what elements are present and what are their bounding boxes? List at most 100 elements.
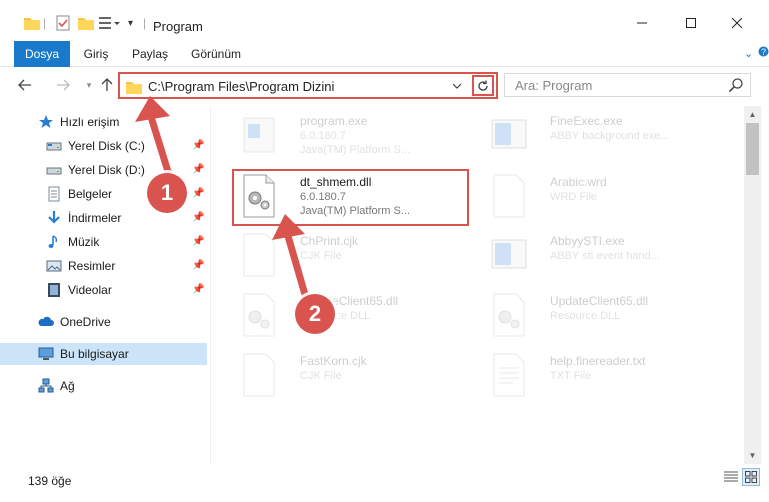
sidebar-item-label: Yerel Disk (C:) — [68, 139, 145, 153]
new-folder-icon[interactable] — [78, 14, 94, 32]
vertical-scrollbar[interactable]: ▲ ▼ — [744, 106, 761, 464]
sidebar-item-label: Bu bilgisayar — [60, 347, 129, 361]
chevron-down-icon — [452, 83, 462, 89]
forward-button[interactable] — [52, 74, 74, 96]
file-name: FastKorn.cjk — [300, 354, 367, 368]
address-bar[interactable]: C:\Program Files\Program Dizini — [118, 72, 498, 99]
address-dropdown-button[interactable] — [448, 76, 466, 95]
search-placeholder: Ara: Program — [515, 78, 593, 93]
window-title: Program — [153, 19, 203, 34]
sidebar-item-label: Müzik — [68, 235, 100, 249]
file-item[interactable]: ChPrint.cjk CJK File — [230, 228, 470, 284]
exe-file-icon — [243, 117, 275, 153]
pin-icon[interactable]: 📌 — [192, 164, 204, 176]
sidebar-item-music[interactable]: Müzik 📌 — [0, 231, 207, 253]
close-icon — [732, 18, 742, 28]
generic-file-icon — [493, 174, 525, 218]
sidebar-item-this-pc[interactable]: Bu bilgisayar — [0, 343, 207, 365]
help-icon[interactable]: ? — [758, 45, 769, 59]
file-name: FineExec.exe — [550, 114, 623, 128]
chevron-down-icon: ▾ — [86, 79, 92, 90]
scroll-down-icon[interactable]: ▼ — [744, 447, 761, 464]
tab-home[interactable]: Giriş — [76, 41, 116, 67]
status-bar: 139 öğe — [0, 466, 769, 502]
arrow-up-icon — [101, 78, 113, 91]
file-name: AbbyySTI.exe — [550, 234, 625, 248]
file-type: TXT File — [550, 370, 592, 382]
arrow-left-icon — [18, 79, 31, 91]
folder-icon — [126, 81, 142, 94]
file-type: Resource DLL — [550, 310, 621, 322]
pin-icon[interactable]: 📌 — [192, 140, 204, 152]
file-item[interactable]: Arabic.wrd WRD File — [480, 169, 720, 225]
details-view-button[interactable] — [722, 468, 740, 486]
large-icons-view-button[interactable] — [742, 468, 760, 486]
refresh-icon — [478, 80, 488, 91]
sidebar-item-videos[interactable]: Videolar 📌 — [0, 279, 207, 301]
close-button[interactable] — [714, 8, 760, 38]
search-icon — [728, 78, 743, 93]
sidebar-item-label: Hızlı erişim — [60, 115, 120, 129]
tab-file[interactable]: Dosya — [14, 41, 70, 67]
pane-divider[interactable] — [210, 106, 211, 464]
callout-badge-1: 1 — [147, 173, 187, 213]
separator: | — [43, 16, 47, 30]
file-name: UpdateClient65.dll — [550, 294, 649, 308]
file-type: CJK File — [300, 370, 342, 382]
pin-icon[interactable]: 📌 — [192, 188, 204, 200]
pictures-icon — [46, 260, 62, 272]
maximize-icon — [686, 18, 696, 28]
file-list: program.exe 6.0.180.7 Java(TM) Platform … — [214, 106, 742, 464]
file-item[interactable]: help.finereader.txt TXT File — [480, 348, 720, 404]
sidebar-item-onedrive[interactable]: OneDrive — [0, 311, 207, 333]
title-bar: | ▾ | Program — [0, 0, 769, 41]
sidebar-item-local-disk-c[interactable]: Yerel Disk (C:) 📌 — [0, 135, 207, 157]
large-icons-view-icon — [745, 471, 757, 483]
documents-icon — [48, 186, 60, 202]
file-type: ABBY background exe... — [550, 130, 670, 142]
arrow-right-icon — [57, 79, 70, 91]
exe-file-icon — [491, 239, 527, 269]
dll-file-icon — [493, 293, 525, 337]
file-item[interactable]: FineExec.exe ABBY background exe... — [480, 108, 720, 164]
sidebar-item-quick-access[interactable]: Hızlı erişim — [0, 111, 207, 133]
expand-ribbon-icon[interactable]: ⌄ — [744, 47, 753, 60]
drive-icon — [46, 167, 62, 175]
pin-icon[interactable]: 📌 — [192, 212, 204, 224]
refresh-button[interactable] — [472, 75, 494, 96]
maximize-button[interactable] — [668, 8, 714, 38]
customize-toolbar-icon[interactable] — [99, 14, 121, 32]
text-file-icon — [493, 353, 525, 397]
tab-share[interactable]: Paylaş — [127, 41, 173, 67]
file-item[interactable]: UpdateClient65.dll Resource DLL — [480, 288, 720, 344]
file-item[interactable]: FastKorn.cjk CJK File — [230, 348, 470, 404]
file-item[interactable]: program.exe 6.0.180.7 Java(TM) Platform … — [230, 108, 470, 164]
tab-view[interactable]: Görünüm — [186, 41, 246, 67]
star-icon — [39, 115, 53, 128]
navigation-pane: Hızlı erişim Yerel Disk (C:) 📌 Yerel Dis… — [0, 106, 210, 464]
address-path: C:\Program Files\Program Dizini — [148, 79, 335, 94]
back-button[interactable] — [14, 74, 36, 96]
up-button[interactable] — [96, 74, 118, 96]
sidebar-item-pictures[interactable]: Resimler 📌 — [0, 255, 207, 277]
file-item[interactable]: UpdateClient65.dll Resource DLL — [230, 288, 470, 344]
sidebar-item-label: İndirmeler — [68, 211, 122, 225]
minimize-button[interactable] — [619, 8, 665, 38]
scroll-up-icon[interactable]: ▲ — [744, 106, 761, 123]
pin-icon[interactable]: 📌 — [192, 284, 204, 296]
exe-file-icon — [491, 119, 527, 149]
properties-icon[interactable] — [56, 14, 70, 32]
item-count: 139 öğe — [28, 474, 72, 488]
file-item[interactable]: AbbyySTI.exe ABBY sti event hand... — [480, 228, 720, 284]
pin-icon[interactable]: 📌 — [192, 236, 204, 248]
file-name: program.exe — [300, 114, 368, 128]
sidebar-item-network[interactable]: Ağ — [0, 375, 207, 397]
file-highlight-box — [232, 169, 469, 226]
file-name: help.finereader.txt — [550, 354, 646, 368]
pin-icon[interactable]: 📌 — [192, 260, 204, 272]
sidebar-item-label: OneDrive — [60, 315, 111, 329]
sidebar-item-label: Videolar — [68, 283, 112, 297]
scrollbar-thumb[interactable] — [746, 123, 759, 175]
dropdown-icon[interactable]: ▾ — [128, 14, 133, 32]
search-input[interactable]: Ara: Program — [504, 73, 751, 97]
